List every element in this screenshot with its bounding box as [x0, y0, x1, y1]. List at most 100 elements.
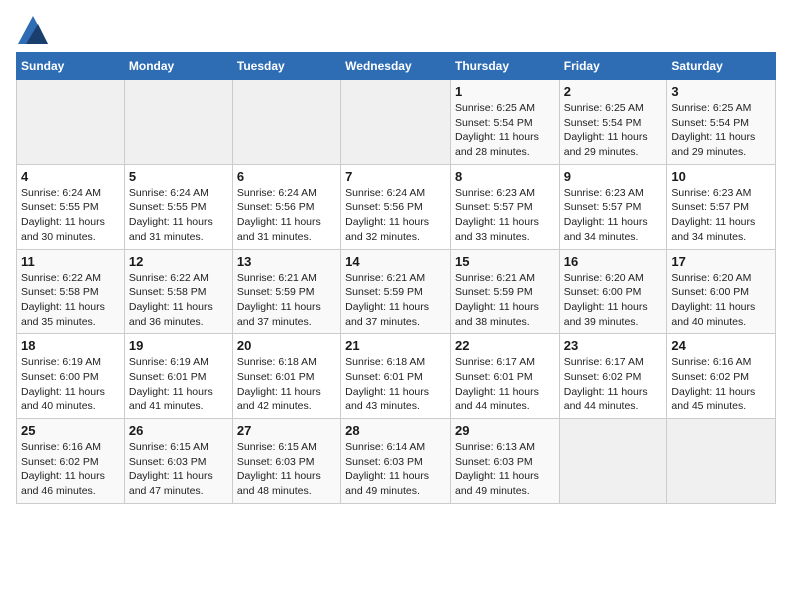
day-info: Sunrise: 6:19 AM Sunset: 6:01 PM Dayligh… — [129, 355, 228, 414]
calendar-day-cell: 5 Sunrise: 6:24 AM Sunset: 5:55 PM Daylig… — [124, 164, 232, 249]
calendar-day-cell: 2 Sunrise: 6:25 AM Sunset: 5:54 PM Daylig… — [559, 80, 667, 165]
day-number: 10 — [671, 169, 771, 184]
day-info: Sunrise: 6:13 AM Sunset: 6:03 PM Dayligh… — [455, 440, 555, 499]
day-info: Sunrise: 6:23 AM Sunset: 5:57 PM Dayligh… — [455, 186, 555, 245]
day-info: Sunrise: 6:21 AM Sunset: 5:59 PM Dayligh… — [345, 271, 446, 330]
column-header-monday: Monday — [124, 53, 232, 80]
day-info: Sunrise: 6:19 AM Sunset: 6:00 PM Dayligh… — [21, 355, 120, 414]
day-info: Sunrise: 6:24 AM Sunset: 5:55 PM Dayligh… — [129, 186, 228, 245]
day-number: 5 — [129, 169, 228, 184]
day-number: 9 — [564, 169, 663, 184]
logo — [16, 16, 48, 44]
calendar-day-cell: 20Sunrise: 6:18 AM Sunset: 6:01 PM Dayli… — [232, 334, 340, 419]
day-number: 19 — [129, 338, 228, 353]
day-info: Sunrise: 6:23 AM Sunset: 5:57 PM Dayligh… — [564, 186, 663, 245]
calendar-day-cell: 21 Sunrise: 6:18 AM Sunset: 6:01 PM Dayli… — [341, 334, 451, 419]
calendar-day-cell: 3 Sunrise: 6:25 AM Sunset: 5:54 PM Daylig… — [667, 80, 776, 165]
calendar-day-cell: 19 Sunrise: 6:19 AM Sunset: 6:01 PM Dayli… — [124, 334, 232, 419]
calendar-table: SundayMondayTuesdayWednesdayThursdayFrid… — [16, 52, 776, 504]
day-number: 22 — [455, 338, 555, 353]
day-number: 3 — [671, 84, 771, 99]
day-number: 28 — [345, 423, 446, 438]
day-info: Sunrise: 6:25 AM Sunset: 5:54 PM Dayligh… — [455, 101, 555, 160]
day-number: 21 — [345, 338, 446, 353]
logo-text — [16, 16, 48, 44]
calendar-week-row: 4 Sunrise: 6:24 AM Sunset: 5:55 PM Daylig… — [17, 164, 776, 249]
calendar-day-cell — [341, 80, 451, 165]
calendar-day-cell: 26Sunrise: 6:15 AM Sunset: 6:03 PM Dayli… — [124, 419, 232, 504]
day-number: 26 — [129, 423, 228, 438]
day-number: 25 — [21, 423, 120, 438]
calendar-day-cell: 23 Sunrise: 6:17 AM Sunset: 6:02 PM Dayli… — [559, 334, 667, 419]
day-number: 13 — [237, 254, 336, 269]
day-info: Sunrise: 6:24 AM Sunset: 5:55 PM Dayligh… — [21, 186, 120, 245]
calendar-day-cell: 13Sunrise: 6:21 AM Sunset: 5:59 PM Dayli… — [232, 249, 340, 334]
calendar-day-cell: 24 Sunrise: 6:16 AM Sunset: 6:02 PM Dayli… — [667, 334, 776, 419]
day-number: 17 — [671, 254, 771, 269]
day-info: Sunrise: 6:22 AM Sunset: 5:58 PM Dayligh… — [129, 271, 228, 330]
calendar-day-cell: 16 Sunrise: 6:20 AM Sunset: 6:00 PM Dayli… — [559, 249, 667, 334]
day-info: Sunrise: 6:20 AM Sunset: 6:00 PM Dayligh… — [564, 271, 663, 330]
column-header-friday: Friday — [559, 53, 667, 80]
calendar-header-row: SundayMondayTuesdayWednesdayThursdayFrid… — [17, 53, 776, 80]
day-number: 2 — [564, 84, 663, 99]
day-info: Sunrise: 6:21 AM Sunset: 5:59 PM Dayligh… — [455, 271, 555, 330]
calendar-day-cell — [667, 419, 776, 504]
day-info: Sunrise: 6:22 AM Sunset: 5:58 PM Dayligh… — [21, 271, 120, 330]
day-number: 1 — [455, 84, 555, 99]
day-number: 12 — [129, 254, 228, 269]
day-info: Sunrise: 6:17 AM Sunset: 6:02 PM Dayligh… — [564, 355, 663, 414]
calendar-day-cell: 11 Sunrise: 6:22 AM Sunset: 5:58 PM Dayli… — [17, 249, 125, 334]
day-info: Sunrise: 6:23 AM Sunset: 5:57 PM Dayligh… — [671, 186, 771, 245]
calendar-day-cell: 18 Sunrise: 6:19 AM Sunset: 6:00 PM Dayli… — [17, 334, 125, 419]
day-info: Sunrise: 6:16 AM Sunset: 6:02 PM Dayligh… — [671, 355, 771, 414]
calendar-day-cell: 12 Sunrise: 6:22 AM Sunset: 5:58 PM Dayli… — [124, 249, 232, 334]
calendar-day-cell — [124, 80, 232, 165]
day-info: Sunrise: 6:24 AM Sunset: 5:56 PM Dayligh… — [345, 186, 446, 245]
day-number: 16 — [564, 254, 663, 269]
day-number: 29 — [455, 423, 555, 438]
day-number: 27 — [237, 423, 336, 438]
calendar-day-cell: 8 Sunrise: 6:23 AM Sunset: 5:57 PM Daylig… — [450, 164, 559, 249]
day-number: 24 — [671, 338, 771, 353]
day-number: 18 — [21, 338, 120, 353]
day-number: 14 — [345, 254, 446, 269]
day-number: 11 — [21, 254, 120, 269]
column-header-sunday: Sunday — [17, 53, 125, 80]
calendar-day-cell: 29 Sunrise: 6:13 AM Sunset: 6:03 PM Dayli… — [450, 419, 559, 504]
calendar-day-cell: 15 Sunrise: 6:21 AM Sunset: 5:59 PM Dayli… — [450, 249, 559, 334]
day-info: Sunrise: 6:17 AM Sunset: 6:01 PM Dayligh… — [455, 355, 555, 414]
day-info: Sunrise: 6:24 AM Sunset: 5:56 PM Dayligh… — [237, 186, 336, 245]
day-number: 23 — [564, 338, 663, 353]
day-number: 20 — [237, 338, 336, 353]
column-header-tuesday: Tuesday — [232, 53, 340, 80]
day-number: 15 — [455, 254, 555, 269]
calendar-day-cell: 6Sunrise: 6:24 AM Sunset: 5:56 PM Daylig… — [232, 164, 340, 249]
calendar-day-cell: 10 Sunrise: 6:23 AM Sunset: 5:57 PM Dayli… — [667, 164, 776, 249]
day-info: Sunrise: 6:25 AM Sunset: 5:54 PM Dayligh… — [671, 101, 771, 160]
calendar-day-cell: 22 Sunrise: 6:17 AM Sunset: 6:01 PM Dayli… — [450, 334, 559, 419]
day-info: Sunrise: 6:18 AM Sunset: 6:01 PM Dayligh… — [345, 355, 446, 414]
calendar-day-cell: 17 Sunrise: 6:20 AM Sunset: 6:00 PM Dayli… — [667, 249, 776, 334]
calendar-day-cell: 9 Sunrise: 6:23 AM Sunset: 5:57 PM Daylig… — [559, 164, 667, 249]
day-number: 7 — [345, 169, 446, 184]
calendar-day-cell — [559, 419, 667, 504]
day-info: Sunrise: 6:25 AM Sunset: 5:54 PM Dayligh… — [564, 101, 663, 160]
day-info: Sunrise: 6:16 AM Sunset: 6:02 PM Dayligh… — [21, 440, 120, 499]
logo-icon — [18, 16, 48, 44]
calendar-day-cell — [232, 80, 340, 165]
calendar-day-cell: 7 Sunrise: 6:24 AM Sunset: 5:56 PM Daylig… — [341, 164, 451, 249]
calendar-day-cell: 1 Sunrise: 6:25 AM Sunset: 5:54 PM Daylig… — [450, 80, 559, 165]
day-number: 8 — [455, 169, 555, 184]
calendar-week-row: 25 Sunrise: 6:16 AM Sunset: 6:02 PM Dayli… — [17, 419, 776, 504]
day-info: Sunrise: 6:20 AM Sunset: 6:00 PM Dayligh… — [671, 271, 771, 330]
column-header-saturday: Saturday — [667, 53, 776, 80]
calendar-week-row: 11 Sunrise: 6:22 AM Sunset: 5:58 PM Dayli… — [17, 249, 776, 334]
calendar-day-cell — [17, 80, 125, 165]
column-header-wednesday: Wednesday — [341, 53, 451, 80]
calendar-day-cell: 4 Sunrise: 6:24 AM Sunset: 5:55 PM Daylig… — [17, 164, 125, 249]
day-number: 4 — [21, 169, 120, 184]
day-info: Sunrise: 6:15 AM Sunset: 6:03 PM Dayligh… — [237, 440, 336, 499]
calendar-day-cell: 28Sunrise: 6:14 AM Sunset: 6:03 PM Dayli… — [341, 419, 451, 504]
page-header — [16, 16, 776, 44]
